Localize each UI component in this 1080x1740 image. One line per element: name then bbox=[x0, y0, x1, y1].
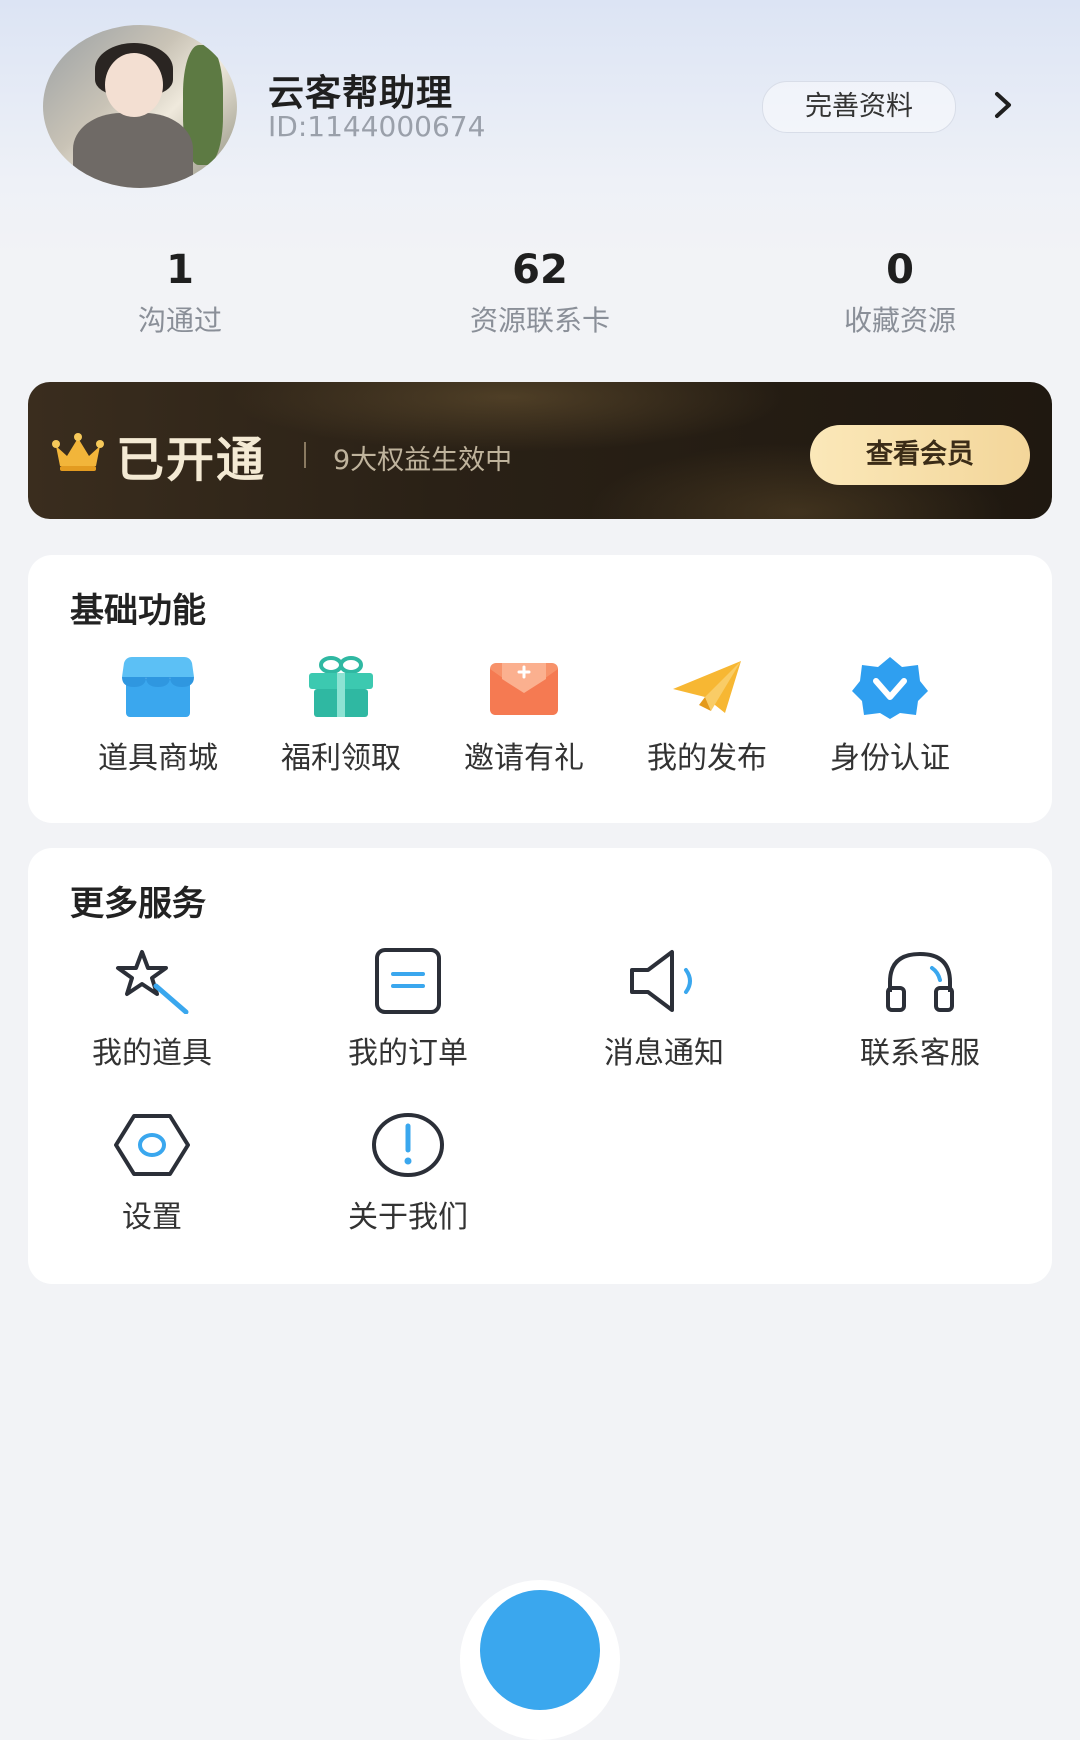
speaker-icon bbox=[630, 950, 692, 1012]
vip-benefits: 9大权益生效中 bbox=[333, 445, 513, 476]
vip-banner[interactable]: 已开通 9大权益生效中 查看会员 bbox=[28, 382, 1052, 519]
item-label: 设置 bbox=[122, 1200, 182, 1235]
magic-wand-icon bbox=[116, 950, 189, 1014]
item-label: 道具商城 bbox=[98, 741, 218, 776]
stat-label: 资源联系卡 bbox=[469, 304, 610, 337]
item-settings[interactable]: 设置 bbox=[72, 1112, 232, 1236]
gift-icon bbox=[309, 656, 373, 717]
more-services-card: 更多服务 我的道具 我的订单 消息通知 联系客服 设置 关于我们 bbox=[28, 848, 1052, 1284]
item-my-orders[interactable]: 我的订单 bbox=[328, 948, 488, 1072]
item-label: 福利领取 bbox=[281, 741, 401, 776]
item-label: 消息通知 bbox=[604, 1036, 724, 1071]
paper-plane-icon bbox=[673, 661, 741, 713]
item-label: 我的道具 bbox=[92, 1036, 212, 1071]
stat-value: 62 bbox=[512, 247, 568, 293]
store-icon bbox=[122, 657, 194, 717]
envelope-icon bbox=[490, 663, 558, 715]
stat-label: 收藏资源 bbox=[843, 304, 956, 337]
stat-favorites[interactable]: 0 收藏资源 bbox=[750, 245, 1050, 339]
profile-header: 云客帮助理 ID:1144000674 完善资料 bbox=[0, 0, 1080, 210]
avatar[interactable] bbox=[43, 25, 237, 188]
stat-communicated[interactable]: 1 沟通过 bbox=[30, 245, 330, 339]
stats-row: 1 沟通过 62 资源联系卡 0 收藏资源 bbox=[0, 245, 1080, 345]
complete-profile-button[interactable]: 完善资料 bbox=[762, 81, 956, 133]
headset-icon bbox=[886, 951, 954, 1012]
section-title: 更多服务 bbox=[70, 884, 206, 924]
chevron-right-icon[interactable] bbox=[988, 90, 1018, 120]
item-my-posts[interactable]: 我的发布 bbox=[627, 655, 787, 777]
bottom-nav-center-button[interactable] bbox=[460, 1580, 620, 1740]
info-icon bbox=[372, 1113, 444, 1177]
crown-icon bbox=[52, 433, 104, 471]
item-label: 邀请有礼 bbox=[464, 741, 584, 776]
bottom-nav-center-circle bbox=[480, 1590, 600, 1710]
item-identity-verify[interactable]: 身份认证 bbox=[810, 655, 970, 777]
item-label: 身份认证 bbox=[830, 741, 950, 776]
stat-value: 0 bbox=[886, 247, 914, 293]
item-customer-service[interactable]: 联系客服 bbox=[840, 948, 1000, 1072]
verified-badge-icon bbox=[852, 657, 928, 719]
item-label: 联系客服 bbox=[860, 1036, 980, 1071]
vip-divider bbox=[304, 442, 306, 468]
user-id: ID:1144000674 bbox=[268, 110, 486, 143]
item-label: 我的订单 bbox=[348, 1036, 468, 1071]
item-notifications[interactable]: 消息通知 bbox=[584, 948, 744, 1072]
item-label: 关于我们 bbox=[348, 1200, 468, 1235]
vip-status: 已开通 bbox=[116, 432, 267, 488]
item-about-us[interactable]: 关于我们 bbox=[328, 1112, 488, 1236]
basic-functions-card: 基础功能 道具商城 福利领取 邀请有礼 我的发布 身份认证 bbox=[28, 555, 1052, 823]
avatar-photo-body bbox=[73, 113, 193, 188]
item-invite[interactable]: 邀请有礼 bbox=[444, 655, 604, 777]
item-my-props[interactable]: 我的道具 bbox=[72, 948, 232, 1072]
view-membership-button[interactable]: 查看会员 bbox=[810, 425, 1030, 485]
username: 云客帮助理 bbox=[268, 73, 454, 114]
avatar-photo-face bbox=[105, 53, 163, 117]
item-label: 我的发布 bbox=[647, 741, 767, 776]
stat-label: 沟通过 bbox=[137, 304, 222, 337]
stat-contact-cards[interactable]: 62 资源联系卡 bbox=[390, 245, 690, 339]
section-title: 基础功能 bbox=[70, 591, 206, 631]
item-prop-store[interactable]: 道具商城 bbox=[78, 655, 238, 777]
settings-icon bbox=[114, 1114, 190, 1176]
stat-value: 1 bbox=[166, 247, 194, 293]
order-icon bbox=[375, 948, 441, 1014]
item-welfare[interactable]: 福利领取 bbox=[261, 655, 421, 777]
